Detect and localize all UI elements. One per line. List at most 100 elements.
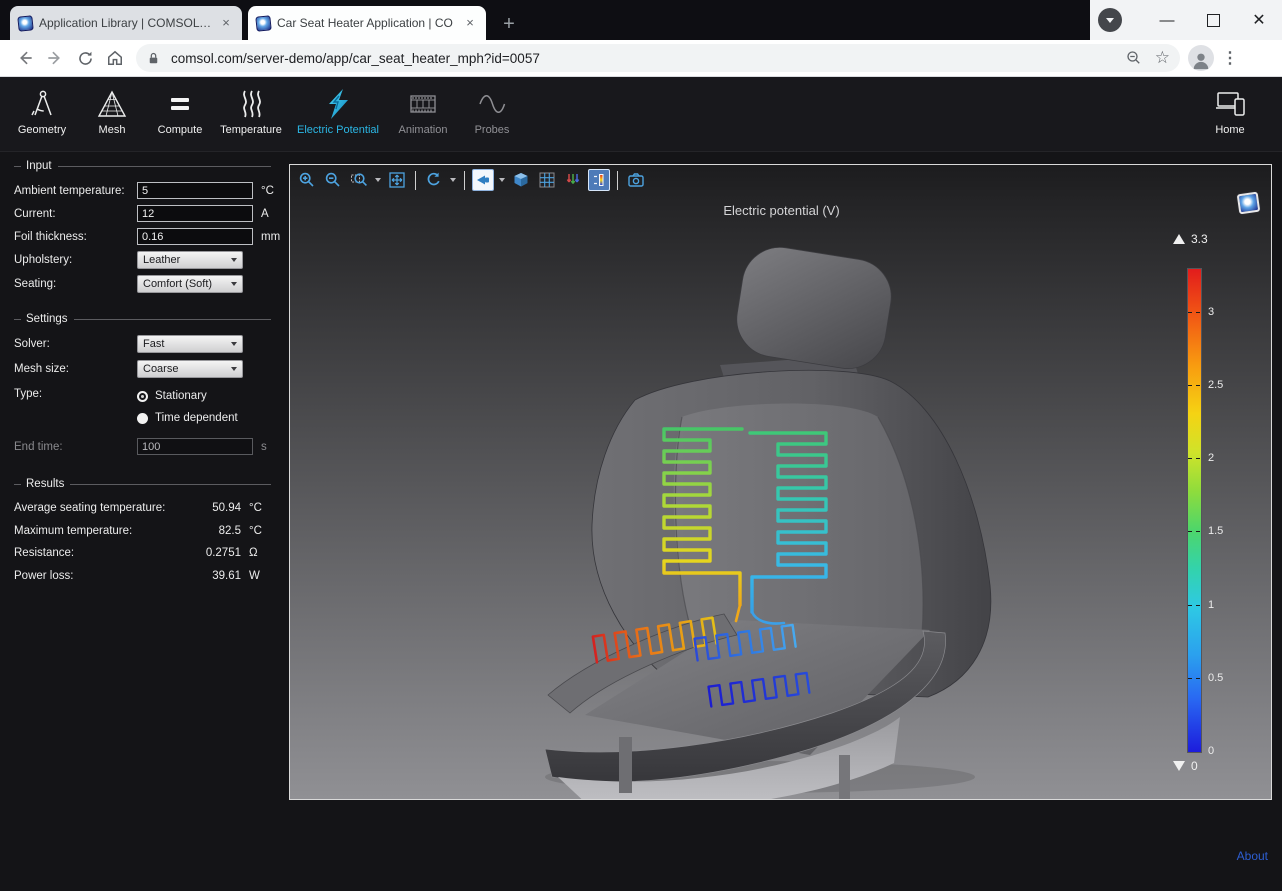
new-tab-button[interactable]: +: [498, 14, 520, 36]
minimize-button[interactable]: —: [1144, 0, 1190, 40]
radio-stationary[interactable]: Stationary: [137, 385, 238, 407]
seating-dropdown[interactable]: Comfort (Soft): [137, 275, 243, 293]
tab-search-button[interactable]: [1098, 8, 1122, 32]
app-ribbon: Geometry Mesh Compute Temperature: [0, 77, 1282, 152]
field-row: Foil thickness: mm: [14, 225, 271, 248]
reset-view-button[interactable]: [423, 169, 445, 191]
chevron-down-icon: [231, 258, 237, 262]
foil-thickness-input[interactable]: [137, 228, 253, 245]
colorbar-tick-label: 3: [1208, 305, 1214, 319]
browser-tab-inactive[interactable]: Application Library | COMSOL Se ×: [10, 6, 242, 40]
result-label: Power loss:: [14, 570, 179, 582]
dropdown-value: Comfort (Soft): [143, 278, 227, 290]
result-label: Maximum temperature:: [14, 525, 179, 537]
radio-time-dependent[interactable]: Time dependent: [137, 407, 238, 429]
result-row: Resistance: 0.2751 Ω: [14, 542, 271, 565]
field-row: Seating: Comfort (Soft): [14, 272, 271, 296]
result-label: Resistance:: [14, 547, 179, 559]
ribbon-label: Temperature: [220, 124, 282, 136]
ribbon-label: Compute: [158, 124, 203, 136]
field-row: Upholstery: Leather: [14, 248, 271, 272]
colorbar-tick-label: 0: [1208, 744, 1214, 758]
result-value: 82.5: [179, 525, 241, 537]
ribbon-label: Electric Potential: [297, 124, 379, 136]
chevron-down-icon: [1106, 18, 1114, 23]
profile-avatar[interactable]: [1188, 45, 1214, 71]
back-button[interactable]: [10, 43, 40, 73]
colorbar-tick-label: 2: [1208, 451, 1214, 465]
maximize-button[interactable]: [1190, 0, 1236, 40]
current-input[interactable]: [137, 205, 253, 222]
ribbon-temperature-button[interactable]: Temperature: [209, 87, 293, 145]
plot-title: Electric potential (V): [290, 203, 1273, 218]
comsol-logo: [1237, 192, 1261, 215]
field-label: Upholstery:: [14, 254, 137, 266]
radio-label: Time dependent: [155, 412, 238, 424]
ribbon-home-button[interactable]: Home: [1188, 87, 1272, 145]
result-unit: °C: [249, 525, 271, 537]
chevron-down-icon[interactable]: [450, 178, 456, 182]
result-unit: Ω: [249, 547, 271, 559]
dropdown-value: Leather: [143, 254, 227, 266]
tab-close-icon[interactable]: ×: [462, 15, 478, 31]
projection-button[interactable]: [472, 169, 494, 191]
unit-label: s: [261, 441, 271, 453]
tab-title: Application Library | COMSOL Se: [39, 16, 212, 30]
unit-label: mm: [261, 231, 280, 243]
graphics-panel[interactable]: Electric potential (V) 3.3 3 2.5 2 1.5 1…: [289, 164, 1272, 800]
comsol-favicon: [17, 15, 33, 31]
tab-close-icon[interactable]: ×: [218, 15, 234, 31]
solver-dropdown[interactable]: Fast: [137, 335, 243, 353]
result-row: Average seating temperature: 50.94 °C: [14, 497, 271, 520]
field-label: End time:: [14, 441, 137, 453]
comsol-favicon: [255, 15, 271, 31]
toolbar-separator: [415, 171, 416, 190]
bookmark-star-icon[interactable]: ☆: [1155, 48, 1170, 68]
about-link[interactable]: About: [1237, 849, 1268, 863]
mesh-size-dropdown[interactable]: Coarse: [137, 360, 243, 378]
devices-home-icon: [1212, 87, 1248, 121]
ambient-temperature-input[interactable]: [137, 182, 253, 199]
zoom-box-button[interactable]: [348, 169, 370, 191]
browser-menu-icon[interactable]: ⋮: [1222, 48, 1238, 68]
car-seat-3d-view[interactable]: [290, 165, 1271, 799]
toolbar-separator: [464, 171, 465, 190]
field-label: Type:: [14, 385, 137, 429]
zoom-extents-button[interactable]: [386, 169, 408, 191]
home-button[interactable]: [100, 43, 130, 73]
axis-markers-button[interactable]: [562, 169, 584, 191]
ribbon-probes-button[interactable]: Probes: [450, 87, 534, 145]
color-legend-button[interactable]: [588, 169, 610, 191]
reload-button[interactable]: [70, 43, 100, 73]
close-button[interactable]: ✕: [1236, 0, 1282, 40]
tab-title: Car Seat Heater Application | CO: [277, 16, 456, 30]
zoom-out-button[interactable]: [322, 169, 344, 191]
field-row: Ambient temperature: °C: [14, 179, 271, 202]
ribbon-label: Animation: [399, 124, 448, 136]
compute-equals-icon: [163, 87, 197, 121]
zoom-in-button[interactable]: [296, 169, 318, 191]
address-bar[interactable]: comsol.com/server-demo/app/car_seat_heat…: [136, 44, 1180, 72]
browser-tab-active[interactable]: Car Seat Heater Application | CO ×: [248, 6, 486, 40]
screenshot-button[interactable]: [625, 169, 647, 191]
heat-waves-icon: [234, 87, 268, 121]
upholstery-dropdown[interactable]: Leather: [137, 251, 243, 269]
result-value: 50.94: [179, 502, 241, 514]
forward-button[interactable]: [40, 43, 70, 73]
ribbon-electric-potential-button[interactable]: Electric Potential: [296, 87, 380, 145]
grid-button[interactable]: [536, 169, 558, 191]
section-header-input: Input: [14, 160, 271, 172]
toolbar-separator: [617, 171, 618, 190]
url-text: comsol.com/server-demo/app/car_seat_heat…: [171, 51, 1125, 66]
colorbar-max: 3.3: [1173, 232, 1208, 246]
colorbar-min: 0: [1173, 759, 1198, 773]
section-header-results: Results: [14, 478, 271, 490]
result-unit: °C: [249, 502, 271, 514]
scene-light-button[interactable]: [510, 169, 532, 191]
chevron-down-icon[interactable]: [499, 178, 505, 182]
browser-zoom-icon[interactable]: [1125, 49, 1143, 67]
result-row: Power loss: 39.61 W: [14, 565, 271, 588]
chevron-down-icon: [231, 282, 237, 286]
maximize-icon: [1207, 14, 1220, 27]
chevron-down-icon[interactable]: [375, 178, 381, 182]
